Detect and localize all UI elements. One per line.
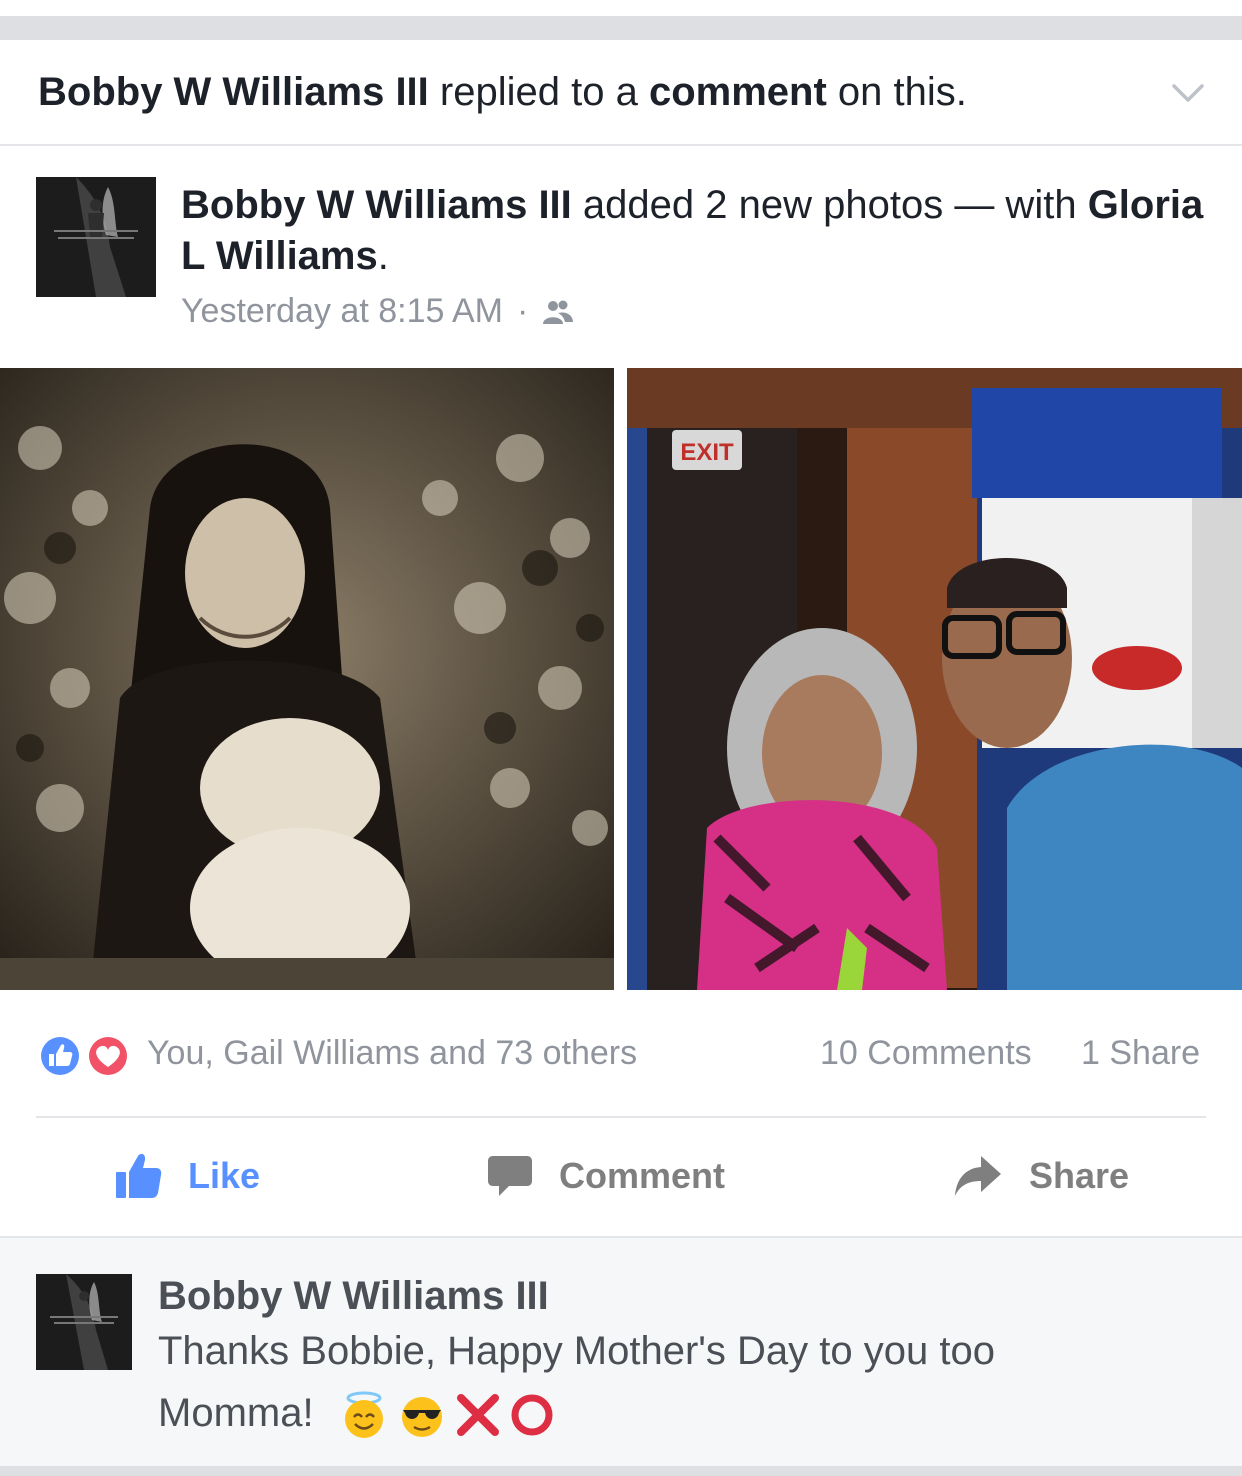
- comment-section: Bobby W Williams III Thanks Bobbie, Happ…: [0, 1236, 1242, 1466]
- love-reaction-icon: [86, 1034, 130, 1078]
- like-label: Like: [188, 1155, 261, 1196]
- post-photo-1[interactable]: [0, 368, 614, 990]
- post-action: added 2 new photos — with: [582, 183, 1077, 227]
- share-arrow-icon: [955, 1156, 1001, 1196]
- svg-text:EXIT: EXIT: [680, 439, 734, 466]
- reaction-icons[interactable]: [36, 1032, 136, 1080]
- commenter-avatar[interactable]: [36, 1274, 132, 1370]
- action-divider: [36, 1116, 1206, 1118]
- thumbs-up-icon: [116, 1153, 162, 1198]
- sunglasses-emoji-icon: [401, 1397, 442, 1438]
- cross-mark-icon: [456, 1394, 499, 1437]
- comment-author[interactable]: Bobby W Williams III: [158, 1274, 549, 1319]
- post-timestamp[interactable]: Yesterday at 8:15 AM: [181, 292, 503, 331]
- comment-button[interactable]: Comment: [487, 1140, 725, 1212]
- chevron-down-icon[interactable]: [1168, 74, 1208, 114]
- comment-text-line2: Momma!: [158, 1391, 314, 1435]
- comment-bubble-icon: [488, 1156, 532, 1196]
- meta-separator: ·: [516, 292, 529, 330]
- angel-emoji-icon: [344, 1391, 383, 1439]
- share-label: Share: [1029, 1155, 1130, 1196]
- story-header: Bobby W Williams III replied to a commen…: [0, 40, 1242, 146]
- top-strip: [0, 0, 1242, 40]
- story-actor[interactable]: Bobby W Williams III: [38, 70, 429, 114]
- story-text: Bobby W Williams III replied to a commen…: [38, 70, 967, 115]
- bottom-separator: [0, 1466, 1242, 1476]
- comment-label: Comment: [559, 1155, 726, 1196]
- post-author[interactable]: Bobby W Williams III: [181, 183, 572, 227]
- comments-count[interactable]: 10 Comments: [820, 1034, 1032, 1073]
- like-button[interactable]: Like: [114, 1140, 260, 1212]
- reactions-row: You, Gail Williams and 73 others 10 Comm…: [0, 1020, 1242, 1090]
- post-meta: Yesterday at 8:15 AM ·: [181, 292, 574, 331]
- friends-icon[interactable]: [542, 298, 574, 326]
- like-reaction-icon: [38, 1034, 82, 1078]
- circle-mark-icon: [511, 1394, 553, 1436]
- author-avatar[interactable]: [36, 177, 156, 297]
- post-title: Bobby W Williams III added 2 new photos …: [181, 180, 1221, 282]
- story-object[interactable]: comment: [649, 70, 827, 114]
- feed-separator: [0, 16, 1242, 40]
- reaction-summary[interactable]: You, Gail Williams and 73 others: [147, 1034, 637, 1073]
- shares-count[interactable]: 1 Share: [1081, 1034, 1200, 1073]
- post-photo-2[interactable]: EXIT: [627, 368, 1242, 990]
- story-action: replied to a: [439, 70, 638, 114]
- share-button[interactable]: Share: [953, 1140, 1129, 1212]
- emoji-row: [339, 1390, 563, 1440]
- comment-text-line1: Thanks Bobbie, Happy Mother's Day to you…: [158, 1329, 995, 1373]
- story-suffix: on this.: [837, 70, 967, 114]
- comment-text-line2-wrap: Momma!: [158, 1382, 1198, 1444]
- post-title-suffix: .: [377, 234, 389, 278]
- comment-text: Thanks Bobbie, Happy Mother's Day to you…: [158, 1320, 1198, 1444]
